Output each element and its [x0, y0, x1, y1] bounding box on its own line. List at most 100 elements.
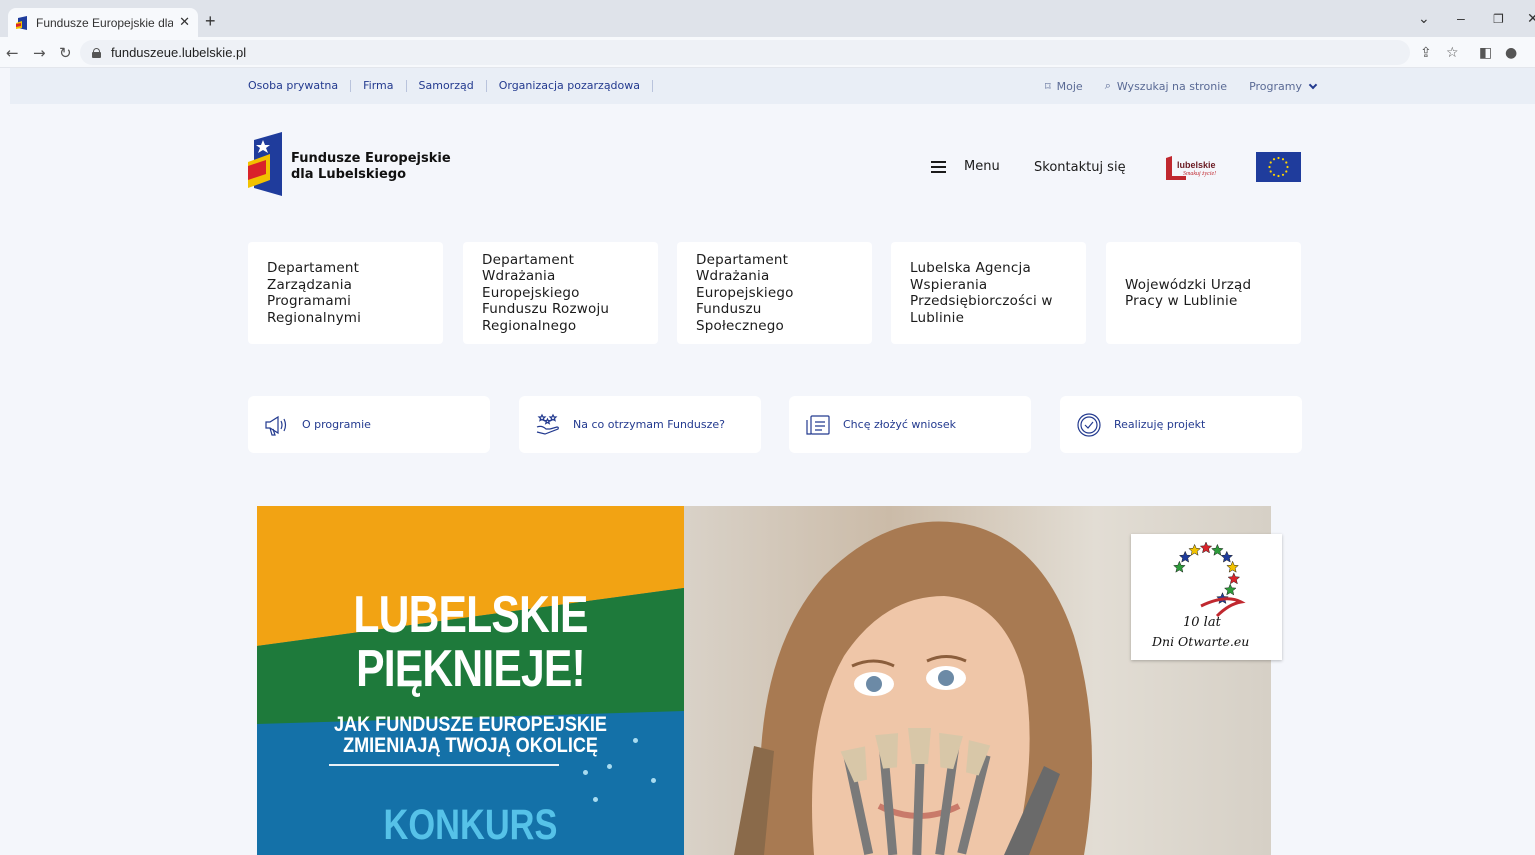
- site-search-link[interactable]: ⌕ Wyszukaj na stronie: [1105, 79, 1227, 93]
- badge-star: [1226, 560, 1239, 573]
- link-samorzad[interactable]: Samorząd: [419, 79, 474, 92]
- banner-subtitle-line-2: ZMIENIAJĄ TWOJĄ OKOLICĘ: [343, 734, 598, 757]
- decor-dot: [633, 738, 638, 743]
- eu-star: [1281, 173, 1285, 176]
- menu-label: Menu: [964, 159, 1000, 174]
- dept-label: Departament Wdrażania Europejskiego Fund…: [696, 251, 794, 334]
- badge-star: [1178, 550, 1192, 563]
- lubelskie-logo-text: lubelskie: [1177, 160, 1216, 170]
- side-panel-icon[interactable]: ◧: [1479, 45, 1492, 61]
- eu-star: [1277, 174, 1280, 178]
- eu-star: [1281, 158, 1285, 161]
- decor-dot: [651, 778, 656, 783]
- badge-star: [1199, 541, 1213, 554]
- badge-text-line-2: Dni Otwarte.eu: [1152, 634, 1250, 649]
- badge-star: [1227, 572, 1241, 585]
- badge-star: [1211, 543, 1224, 556]
- tab-title: Fundusze Europejskie dla Lubelskiego: [36, 15, 174, 30]
- quick-link-label: Na co otrzymam Fundusze?: [573, 418, 725, 431]
- restore-icon[interactable]: ❐: [1493, 12, 1504, 26]
- lubelskie-tagline: Smakuj życie!: [1183, 171, 1217, 177]
- reload-icon[interactable]: ↻: [59, 44, 72, 62]
- browser-tab[interactable]: Fundusze Europejskie dla Lubelskiego ✕: [8, 8, 198, 37]
- lock-icon[interactable]: [92, 47, 101, 58]
- eu-star: [1272, 158, 1276, 161]
- separator: [405, 79, 407, 92]
- profile-icon[interactable]: ●: [1505, 45, 1517, 61]
- site-search-label: Wyszukaj na stronie: [1116, 79, 1228, 93]
- eu-star: [1268, 165, 1271, 169]
- quick-link-na-co-fundusze[interactable]: Na co otrzymam Fundusze?: [519, 396, 761, 453]
- quick-link-label: O programie: [302, 418, 371, 431]
- bookmark-icon: ⌑: [1045, 79, 1051, 93]
- link-osoba-prywatna[interactable]: Osoba prywatna: [248, 79, 338, 92]
- forward-icon[interactable]: →: [33, 44, 46, 62]
- badge-text-line-1: 10 lat: [1183, 615, 1221, 630]
- document-icon: [805, 412, 831, 438]
- tab-search-icon[interactable]: ⌄: [1418, 10, 1430, 27]
- dept-card-efs[interactable]: Departament Wdrażania Europejskiego Fund…: [677, 242, 872, 344]
- quick-link-realizuje[interactable]: Realizuję projekt: [1060, 396, 1302, 453]
- eu-star: [1269, 161, 1272, 164]
- dept-card-lawp[interactable]: Lubelska Agencja Wspierania Przedsiębior…: [891, 242, 1086, 344]
- search-icon: ⌕: [1104, 79, 1111, 92]
- fe-logo-icon[interactable]: [248, 132, 282, 196]
- utility-actions: ⌑ Moje ⌕ Wyszukaj na stronie Programy: [1045, 79, 1338, 93]
- brand-line-1: Fundusze Europejskie: [291, 151, 451, 166]
- decor-dot: [583, 770, 588, 775]
- link-organizacja-pozarzadowa[interactable]: Organizacja pozarządowa: [499, 79, 640, 92]
- quick-link-wniosek[interactable]: Chcę złożyć wniosek: [789, 396, 1031, 453]
- quick-link-label: Realizuję projekt: [1114, 418, 1206, 431]
- badge-star: [1223, 583, 1237, 596]
- dept-card-efrr[interactable]: Departament Wdrażania Europejskiego Fund…: [463, 242, 658, 344]
- eu-star: [1272, 173, 1276, 176]
- moje-label: Moje: [1056, 79, 1083, 93]
- quick-link-o-programie[interactable]: O programie: [248, 396, 490, 453]
- utility-bar: Osoba prywatna Firma Samorząd Organizacj…: [10, 68, 1535, 104]
- dept-label: Lubelska Agencja Wspierania Przedsiębior…: [910, 260, 1053, 326]
- check-circle-icon: [1076, 412, 1102, 438]
- programy-label: Programy: [1249, 79, 1302, 93]
- bookmark-star-icon[interactable]: ☆: [1446, 45, 1459, 61]
- hamburger-icon: [931, 160, 946, 173]
- eu-star: [1285, 170, 1288, 173]
- banner-subtitle-line-1: JAK FUNDUSZE EUROPEJSKIE: [334, 713, 607, 736]
- minimize-icon[interactable]: –: [1457, 10, 1465, 26]
- quick-link-label: Chcę złożyć wniosek: [843, 418, 957, 431]
- brand-name[interactable]: Fundusze Europejskie dla Lubelskiego: [291, 151, 451, 183]
- dept-label: Wojewódzki Urząd Pracy w Lublinie: [1125, 276, 1252, 310]
- back-icon[interactable]: ←: [6, 44, 19, 62]
- badge-star: [1220, 550, 1234, 563]
- address-bar: ← → ↻ funduszeue.lubelskie.pl ⇪ ☆ ◧ ●: [0, 37, 1535, 68]
- programy-dropdown[interactable]: Programy: [1249, 79, 1318, 93]
- eu-star: [1269, 170, 1272, 173]
- link-firma[interactable]: Firma: [363, 79, 393, 92]
- banner-divider: [329, 764, 559, 766]
- menu-button[interactable]: Menu: [931, 159, 1000, 174]
- decor-dot: [607, 764, 612, 769]
- share-icon[interactable]: ⇪: [1420, 45, 1432, 61]
- megaphone-icon: [264, 412, 290, 438]
- url-text[interactable]: funduszeue.lubelskie.pl: [111, 45, 246, 60]
- banner-poster: LUBELSKIE PIĘKNIEJE! JAK FUNDUSZE EUROPE…: [257, 506, 684, 855]
- browser-tab-strip: Fundusze Europejskie dla Lubelskiego ✕ +…: [0, 0, 1535, 37]
- url-field[interactable]: funduszeue.lubelskie.pl: [80, 40, 1410, 65]
- tab-close-icon[interactable]: ✕: [179, 15, 190, 30]
- banner-title-line-1: LUBELSKIE: [353, 586, 588, 644]
- dept-card-zarzadzania[interactable]: Departament Zarządzania Programami Regio…: [248, 242, 443, 344]
- close-window-icon[interactable]: ✕: [1527, 10, 1535, 27]
- chevron-down-icon: [1308, 80, 1318, 89]
- stars-logo-icon: [1173, 541, 1246, 618]
- eu-star: [1286, 165, 1289, 169]
- banner-title-line-2: PIĘKNIEJE!: [356, 640, 586, 698]
- eu-flag-icon[interactable]: [1256, 152, 1301, 182]
- hero-banner[interactable]: LUBELSKIE PIĘKNIEJE! JAK FUNDUSZE EUROPE…: [257, 506, 1271, 855]
- new-tab-button[interactable]: +: [205, 11, 216, 32]
- dept-card-wup[interactable]: Wojewódzki Urząd Pracy w Lublinie: [1106, 242, 1301, 344]
- separator: [485, 79, 487, 92]
- contact-link[interactable]: Skontaktuj się: [1034, 160, 1126, 175]
- brand-line-2: dla Lubelskiego: [291, 167, 407, 182]
- dept-label: Departament Zarządzania Programami Regio…: [267, 260, 362, 326]
- audience-links: Osoba prywatna Firma Samorząd Organizacj…: [248, 79, 665, 92]
- moje-link[interactable]: ⌑ Moje: [1045, 80, 1083, 93]
